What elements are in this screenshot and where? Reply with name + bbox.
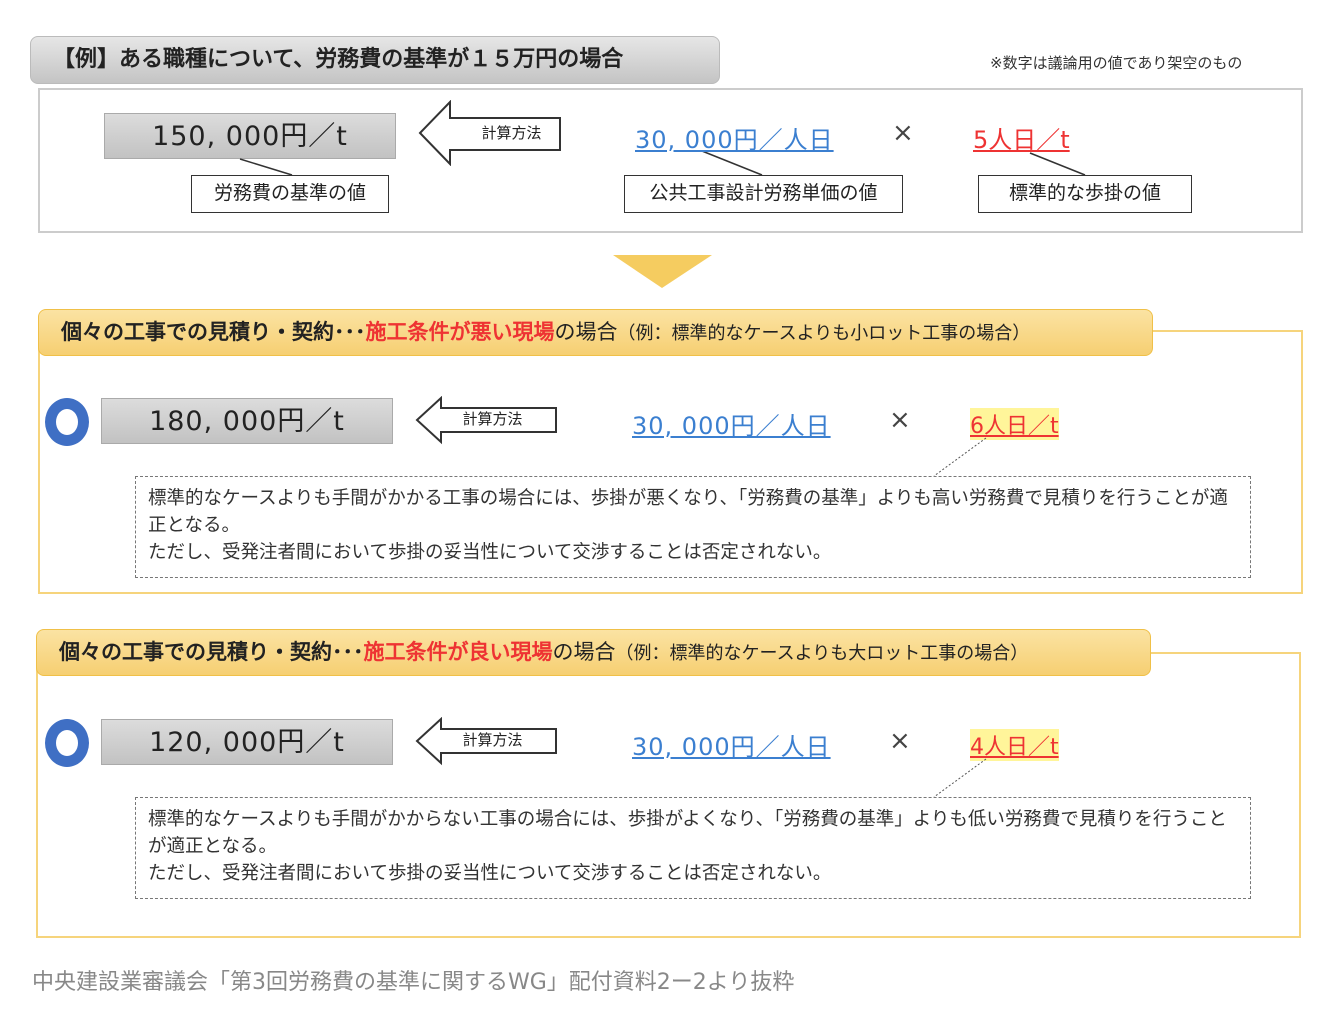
unit-price: 30, 000円／人日 [632, 412, 831, 440]
calc-method-arrow: 計算方法 [418, 99, 563, 167]
productivity: 5人日／t [973, 126, 1070, 154]
down-arrow-icon [613, 255, 712, 288]
calc-method-arrow: 計算方法 [415, 395, 560, 462]
circle-mark-icon [45, 719, 89, 767]
source-caption: 中央建設業審議会「第3回労務費の基準に関するWG」配付資料2ー2より抜粋 [32, 970, 795, 995]
unit-price: 30, 000円／人日 [635, 126, 834, 154]
bad-conditions-header: 個々の工事での見積り・契約･･･施工条件が悪い現場の場合（例：標準的なケースより… [38, 309, 1153, 356]
multiply-sign: × [889, 726, 911, 756]
dotted-connector [933, 758, 987, 798]
unit-price-label: 公共工事設計労務単価の値 [624, 175, 903, 213]
good-conditions-description: 標準的なケースよりも手間がかからない工事の場合には、歩掛がよくなり、「労務費の基… [135, 797, 1251, 899]
calc-method-label: 計算方法 [481, 124, 542, 142]
calc-method-arrow: 計算方法 [415, 716, 560, 783]
bad-value: 180, 000円／t [101, 398, 393, 444]
labor-cost-standard-label: 労務費の基準の値 [191, 175, 389, 213]
good-conditions-header: 個々の工事での見積り・契約･･･施工条件が良い現場の場合（例：標準的なケースより… [36, 629, 1151, 676]
circle-mark-icon [45, 398, 89, 446]
good-value: 120, 000円／t [101, 719, 393, 765]
multiply-sign: × [889, 405, 911, 435]
dotted-connector [933, 437, 987, 477]
bad-conditions-description: 標準的なケースよりも手間がかかる工事の場合には、歩掛が悪くなり、「労務費の基準」… [135, 476, 1251, 578]
multiply-sign: × [892, 118, 914, 148]
unit-price: 30, 000円／人日 [632, 733, 831, 761]
productivity-label: 標準的な歩掛の値 [978, 175, 1192, 213]
